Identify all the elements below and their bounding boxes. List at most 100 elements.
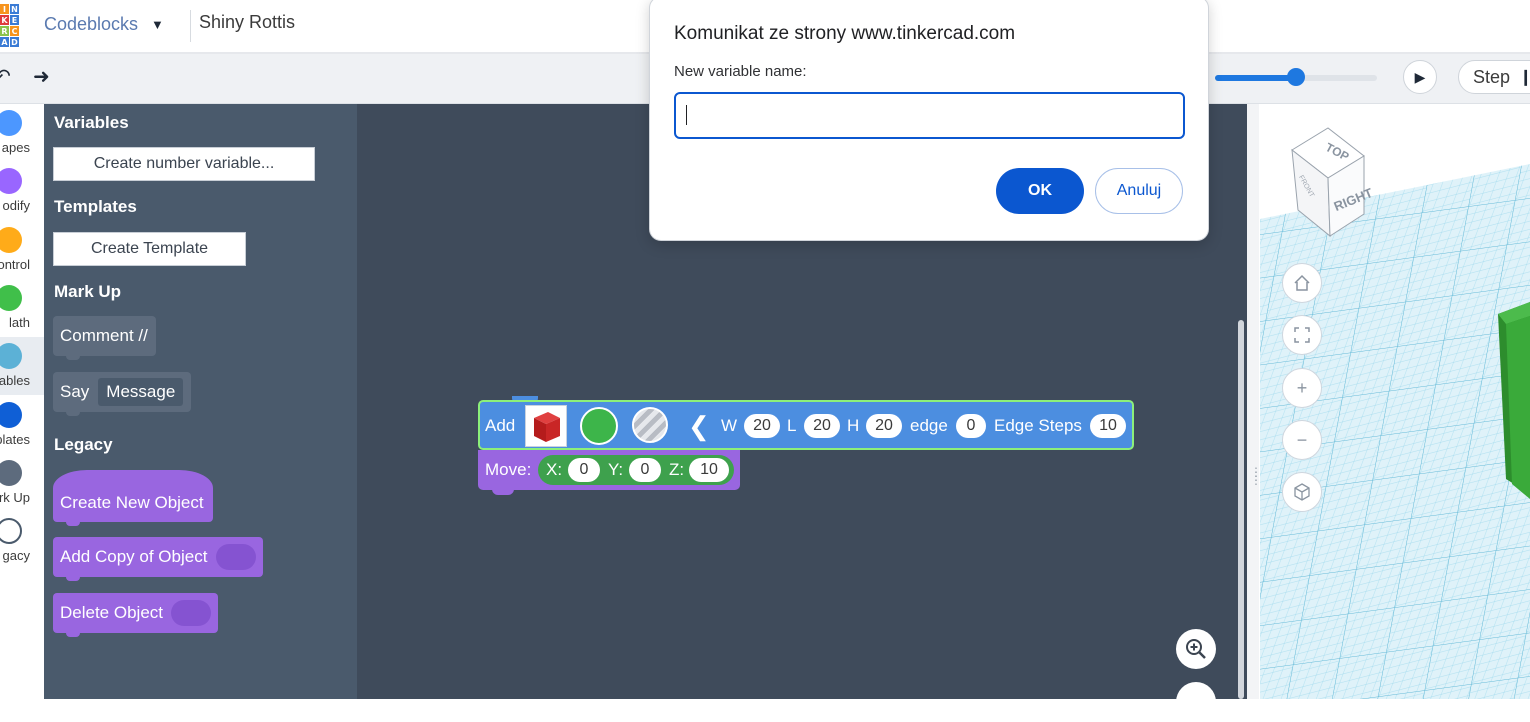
object-slot[interactable] <box>171 600 211 626</box>
l-input[interactable]: 20 <box>804 414 840 438</box>
zoom-in-icon[interactable] <box>1176 629 1216 669</box>
category-dot <box>0 227 22 253</box>
comment-block[interactable]: Comment // <box>53 316 156 356</box>
w-label: W <box>721 416 738 435</box>
category-templates[interactable]: nplates <box>0 396 44 454</box>
l-label: L <box>787 416 797 435</box>
category-legacy[interactable]: gacy <box>0 512 44 570</box>
edge-input[interactable]: 0 <box>956 414 986 438</box>
red-box-icon <box>534 412 560 442</box>
tinkercad-logo[interactable]: I N K E R C A D <box>0 4 19 47</box>
category-markup[interactable]: rk Up <box>0 454 44 512</box>
category-dot <box>0 285 22 311</box>
x-label: X: <box>546 460 563 479</box>
category-shapes[interactable]: apes <box>0 104 44 162</box>
y-input[interactable]: 0 <box>629 458 661 482</box>
say-message-slot[interactable]: Message <box>98 378 184 406</box>
y-label: Y: <box>608 460 624 479</box>
app-title[interactable]: Codeblocks <box>44 14 138 35</box>
logo-letter: N <box>10 4 19 14</box>
undo-icon[interactable]: ↶ <box>0 64 11 89</box>
logo-letter: D <box>10 37 19 47</box>
category-control[interactable]: ontrol <box>0 221 44 279</box>
edge-steps-input[interactable]: 10 <box>1090 414 1126 438</box>
templates-heading: Templates <box>54 197 137 216</box>
block-notch <box>66 354 80 360</box>
category-dot <box>0 402 22 428</box>
x-input[interactable]: 0 <box>568 458 600 482</box>
step-label: Step <box>1473 67 1511 87</box>
logo-letter: I <box>0 4 9 14</box>
play-icon: ▶ <box>1414 68 1426 85</box>
create-number-variable-button[interactable]: Create number variable... <box>53 147 315 181</box>
step-forward-icon: ❙◀ <box>1519 69 1530 86</box>
fit-icon <box>1294 327 1310 343</box>
w-input[interactable]: 20 <box>744 414 780 438</box>
category-dot <box>0 168 22 194</box>
play-button[interactable]: ▶ <box>1403 60 1437 94</box>
block-notch <box>492 488 514 495</box>
ortho-icon <box>1294 483 1310 501</box>
magnifier-plus-icon <box>1186 639 1206 659</box>
speed-slider-knob[interactable] <box>1287 68 1305 86</box>
z-input[interactable]: 10 <box>689 458 729 482</box>
logo-letter: A <box>0 37 9 47</box>
category-math[interactable]: lath <box>0 279 44 337</box>
edge-label: edge <box>910 416 948 435</box>
divider <box>190 10 191 42</box>
text-caret <box>686 105 687 125</box>
say-label: Say <box>60 382 90 401</box>
object-slot[interactable] <box>216 544 256 570</box>
h-input[interactable]: 20 <box>866 414 902 438</box>
speed-slider-fill <box>1215 75 1296 81</box>
category-label: lath <box>9 315 30 330</box>
chevron-left-icon[interactable]: ❮ <box>688 411 710 442</box>
block-notch <box>66 520 80 526</box>
logo-letter: E <box>10 15 19 25</box>
legacy-heading: Legacy <box>54 435 113 454</box>
variable-name-input[interactable] <box>674 92 1185 139</box>
caret-down-icon[interactable]: ▼ <box>151 17 164 32</box>
category-modify[interactable]: odify <box>0 162 44 220</box>
zoom-minus-button[interactable]: − <box>1282 420 1322 460</box>
category-label: gacy <box>2 548 30 563</box>
color-swatch[interactable] <box>580 407 618 445</box>
zoom-plus-button[interactable]: + <box>1282 368 1322 408</box>
create-new-object-block[interactable]: Create New Object <box>53 470 213 522</box>
box-shape-thumbnail[interactable] <box>525 405 567 447</box>
panel-resize-handle[interactable] <box>1247 104 1259 699</box>
block-notch <box>66 410 80 416</box>
hole-swatch[interactable] <box>632 407 668 443</box>
category-dot <box>0 460 22 486</box>
zoom-minus-icon: − <box>1296 429 1308 450</box>
cancel-button[interactable]: Anuluj <box>1095 168 1183 214</box>
category-dot <box>0 518 22 544</box>
home-view-button[interactable] <box>1282 263 1322 303</box>
say-block[interactable]: Say Message <box>53 372 191 412</box>
category-label: iables <box>0 373 30 388</box>
ortho-view-button[interactable] <box>1282 472 1322 512</box>
edge-steps-label: Edge Steps <box>994 416 1082 435</box>
dialog-label: New variable name: <box>674 63 807 80</box>
ok-button[interactable]: OK <box>996 168 1084 214</box>
category-label: odify <box>2 198 30 213</box>
category-rail: apes odify ontrol lath iables nplates rk… <box>0 104 44 699</box>
category-label: ontrol <box>0 257 30 272</box>
category-label: apes <box>1 140 30 155</box>
category-dot <box>0 343 22 369</box>
category-variables[interactable]: iables <box>0 337 44 395</box>
home-icon <box>1294 274 1310 291</box>
move-label: Move: <box>485 460 532 479</box>
z-label: Z: <box>669 460 685 479</box>
fit-view-button[interactable] <box>1282 315 1322 355</box>
project-name[interactable]: Shiny Rottis <box>199 12 295 33</box>
category-dot <box>0 110 22 136</box>
category-label: nplates <box>0 432 30 447</box>
category-label: rk Up <box>0 490 30 505</box>
create-template-button[interactable]: Create Template <box>53 232 246 266</box>
logo-letter: K <box>0 15 9 25</box>
logo-letter: R <box>0 26 9 36</box>
workspace-scrollbar[interactable] <box>1238 320 1244 699</box>
zoom-out-button[interactable] <box>1176 682 1216 722</box>
redo-icon[interactable]: ➜ <box>33 64 50 89</box>
